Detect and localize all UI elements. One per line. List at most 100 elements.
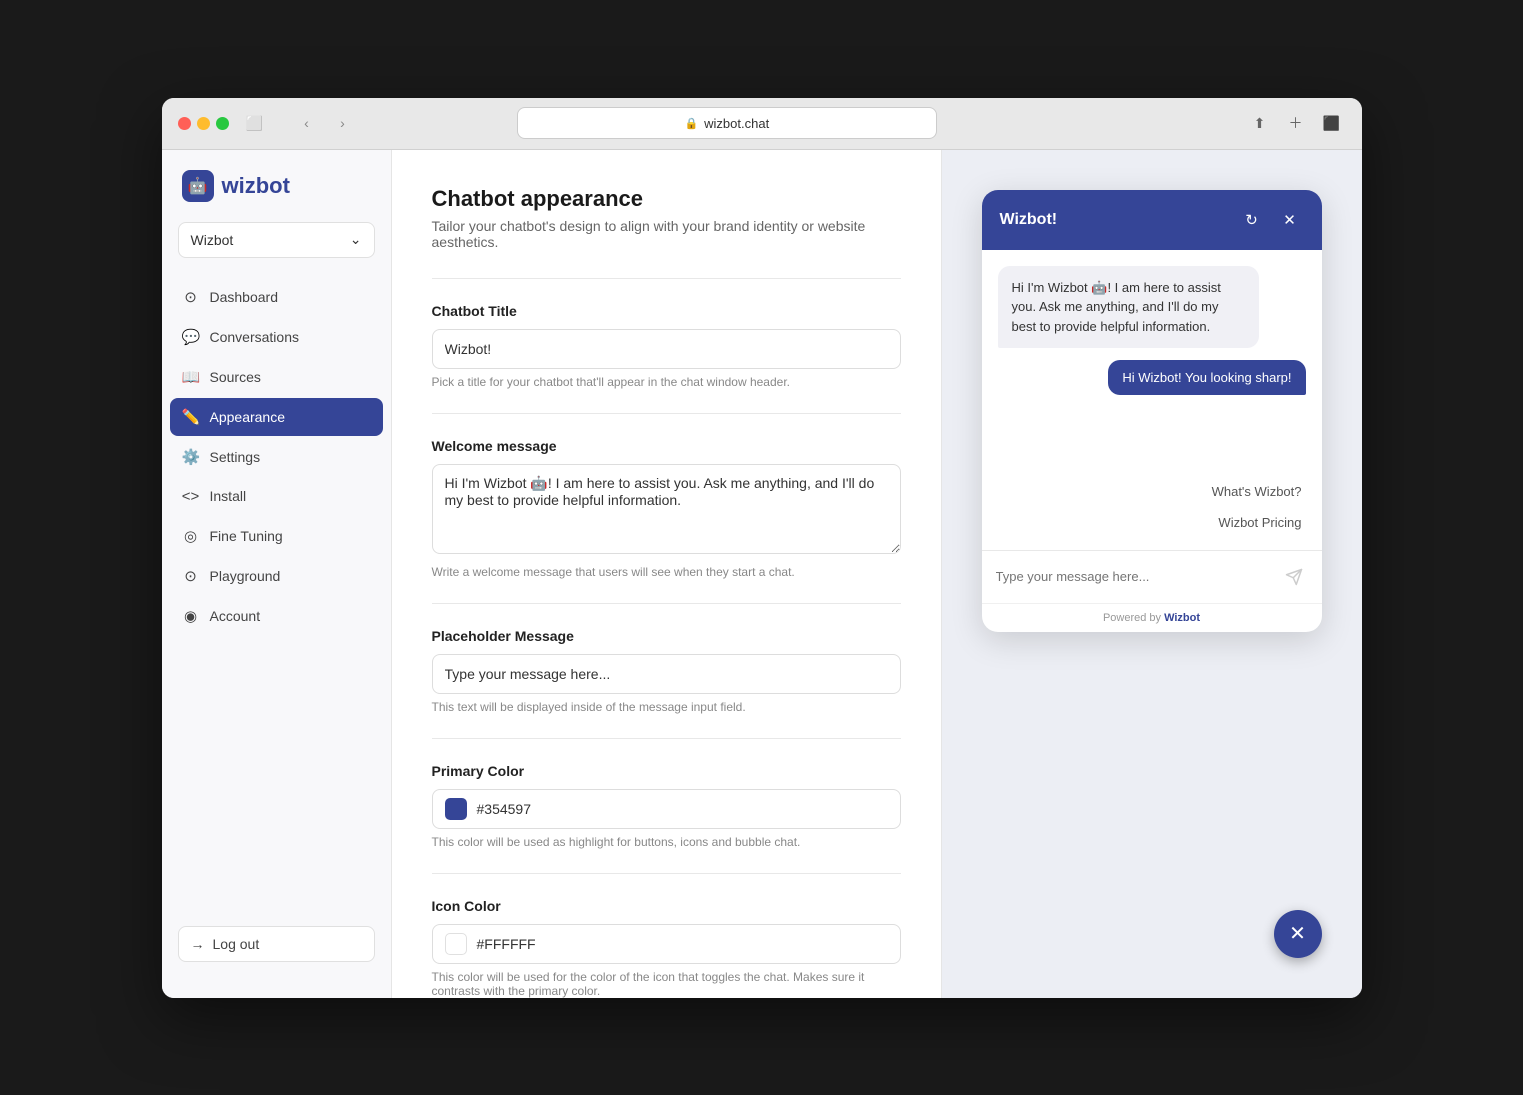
new-tab-icon[interactable]: ＋ — [1281, 109, 1309, 137]
sidebar-item-dashboard[interactable]: ⊙ Dashboard — [170, 278, 383, 316]
send-button[interactable] — [1280, 563, 1308, 591]
icon-color-hint: This color will be used for the color of… — [432, 970, 901, 998]
appearance-icon: ✏️ — [182, 408, 200, 426]
close-button[interactable] — [178, 117, 191, 130]
divider-2 — [432, 413, 901, 414]
sidebar-item-label: Sources — [210, 369, 261, 385]
welcome-message-hint: Write a welcome message that users will … — [432, 565, 901, 579]
welcome-message-textarea[interactable]: Hi I'm Wizbot 🤖! I am here to assist you… — [432, 464, 901, 554]
maximize-button[interactable] — [216, 117, 229, 130]
primary-color-value: #354597 — [477, 801, 532, 817]
chatbot-title-hint: Pick a title for your chatbot that'll ap… — [432, 375, 901, 389]
welcome-message-label: Welcome message — [432, 438, 901, 454]
conversations-icon: 💬 — [182, 328, 200, 346]
icon-color-section: Icon Color #FFFFFF This color will be us… — [432, 898, 901, 998]
sidebar-bottom: → Log out — [162, 910, 391, 978]
primary-color-hint: This color will be used as highlight for… — [432, 835, 901, 849]
chat-header-title: Wizbot! — [1000, 211, 1058, 229]
url-text: wizbot.chat — [704, 116, 769, 131]
account-icon: ◉ — [182, 607, 200, 625]
chat-messages: Hi I'm Wizbot 🤖! I am here to assist you… — [982, 250, 1322, 550]
icon-color-swatch — [445, 933, 467, 955]
chatbot-title-label: Chatbot Title — [432, 303, 901, 319]
logout-icon: → — [191, 936, 205, 952]
chat-fab-button[interactable]: ✕ — [1274, 910, 1322, 958]
chat-footer: Powered by Wizbot — [982, 603, 1322, 632]
sidebar-toggle-icon[interactable]: ⬜ — [241, 109, 269, 137]
bot-message: Hi I'm Wizbot 🤖! I am here to assist you… — [998, 266, 1260, 349]
sources-icon: 📖 — [182, 368, 200, 386]
powered-by-text: Powered by — [1103, 612, 1161, 624]
browser-actions: ⬆ ＋ ⬛ — [1245, 109, 1345, 137]
dashboard-icon: ⊙ — [182, 288, 200, 306]
sidebar-item-fine-tuning[interactable]: ◎ Fine Tuning — [170, 517, 383, 555]
chevron-down-icon: ⌄ — [350, 231, 362, 248]
divider-5 — [432, 873, 901, 874]
chat-input-area — [982, 550, 1322, 603]
welcome-message-section: Welcome message Hi I'm Wizbot 🤖! I am he… — [432, 438, 901, 579]
icon-color-label: Icon Color — [432, 898, 901, 914]
logo-text: wizbot — [222, 173, 290, 199]
browser-chrome: ⬜ ‹ › 🔒 wizbot.chat ⬆ ＋ ⬛ — [162, 98, 1362, 150]
sidebar-item-label: Fine Tuning — [210, 528, 283, 544]
share-icon[interactable]: ⬆ — [1245, 109, 1273, 137]
placeholder-message-section: Placeholder Message This text will be di… — [432, 628, 901, 714]
sidebar-item-sources[interactable]: 📖 Sources — [170, 358, 383, 396]
sidebar-item-settings[interactable]: ⚙️ Settings — [170, 438, 383, 476]
lock-icon: 🔒 — [684, 117, 698, 130]
chat-close-button[interactable]: ✕ — [1276, 206, 1304, 234]
page-title: Chatbot appearance — [432, 186, 901, 212]
minimize-button[interactable] — [197, 117, 210, 130]
tabs-icon[interactable]: ⬛ — [1317, 109, 1345, 137]
sidebar-item-label: Conversations — [210, 329, 300, 345]
chat-header: Wizbot! ↻ ✕ — [982, 190, 1322, 250]
icon-color-input[interactable]: #FFFFFF — [432, 924, 901, 964]
sidebar-item-label: Dashboard — [210, 289, 279, 305]
chat-input[interactable] — [996, 569, 1272, 584]
nav-items: ⊙ Dashboard 💬 Conversations 📖 Sources ✏️… — [162, 278, 391, 910]
workspace-selector[interactable]: Wizbot ⌄ — [178, 222, 375, 258]
sidebar-item-conversations[interactable]: 💬 Conversations — [170, 318, 383, 356]
placeholder-message-input[interactable] — [432, 654, 901, 694]
sidebar-item-appearance[interactable]: ✏️ Appearance — [170, 398, 383, 436]
primary-color-input[interactable]: #354597 — [432, 789, 901, 829]
playground-icon: ⊙ — [182, 567, 200, 585]
sidebar-item-label: Settings — [210, 449, 261, 465]
forward-button[interactable]: › — [329, 109, 357, 137]
fine-tuning-icon: ◎ — [182, 527, 200, 545]
chat-header-actions: ↻ ✕ — [1238, 206, 1304, 234]
sidebar-item-label: Account — [210, 608, 261, 624]
divider-3 — [432, 603, 901, 604]
sidebar-item-install[interactable]: <> Install — [170, 478, 383, 515]
divider-4 — [432, 738, 901, 739]
user-message: Hi Wizbot! You looking sharp! — [1108, 360, 1305, 395]
page-subtitle: Tailor your chatbot's design to align wi… — [432, 218, 901, 250]
divider-1 — [432, 278, 901, 279]
primary-color-swatch — [445, 798, 467, 820]
sidebar-item-label: Install — [210, 488, 247, 504]
suggestion-chip-1[interactable]: What's Wizbot? — [1212, 480, 1302, 503]
powered-by-link[interactable]: Wizbot — [1164, 612, 1200, 624]
placeholder-message-label: Placeholder Message — [432, 628, 901, 644]
main-content: Chatbot appearance Tailor your chatbot's… — [392, 150, 942, 998]
primary-color-section: Primary Color #354597 This color will be… — [432, 763, 901, 849]
sidebar-item-playground[interactable]: ⊙ Playground — [170, 557, 383, 595]
chat-refresh-button[interactable]: ↻ — [1238, 206, 1266, 234]
suggestion-chip-2[interactable]: Wizbot Pricing — [1218, 511, 1301, 534]
chatbot-title-section: Chatbot Title Pick a title for your chat… — [432, 303, 901, 389]
install-icon: <> — [182, 488, 200, 505]
logout-label: Log out — [213, 936, 260, 952]
sidebar-logo: 🤖 wizbot — [162, 170, 391, 222]
address-bar[interactable]: 🔒 wizbot.chat — [517, 107, 937, 139]
back-button[interactable]: ‹ — [293, 109, 321, 137]
chatbot-title-input[interactable] — [432, 329, 901, 369]
chat-suggestions: What's Wizbot? Wizbot Pricing — [998, 480, 1306, 534]
traffic-lights — [178, 117, 229, 130]
app-body: 🤖 wizbot Wizbot ⌄ ⊙ Dashboard 💬 Conversa… — [162, 150, 1362, 998]
logout-button[interactable]: → Log out — [178, 926, 375, 962]
sidebar-item-label: Playground — [210, 568, 281, 584]
workspace-label: Wizbot — [191, 232, 234, 248]
sidebar-item-account[interactable]: ◉ Account — [170, 597, 383, 635]
primary-color-label: Primary Color — [432, 763, 901, 779]
settings-icon: ⚙️ — [182, 448, 200, 466]
